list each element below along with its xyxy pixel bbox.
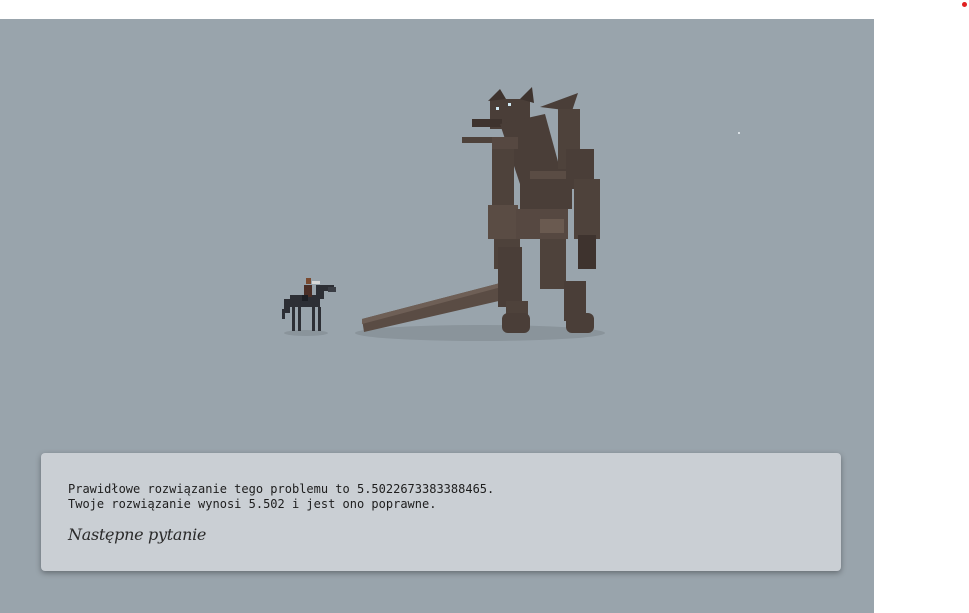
game-canvas[interactable]: Prawidłowe rozwiązanie tego problemu to … [0, 19, 874, 613]
horse-rider-sprite [282, 278, 336, 331]
rider-shadow [284, 330, 328, 336]
sky-star [738, 132, 740, 134]
result-dialog: Prawidłowe rozwiązanie tego problemu to … [41, 453, 841, 571]
next-question-button[interactable]: Następne pytanie [68, 525, 206, 544]
your-answer-text: Twoje rozwiązanie wynosi 5.502 i jest on… [68, 497, 437, 511]
colossus-sprite [362, 87, 600, 333]
status-indicator-dot [962, 2, 967, 7]
correct-answer-text: Prawidłowe rozwiązanie tego problemu to … [68, 482, 495, 496]
